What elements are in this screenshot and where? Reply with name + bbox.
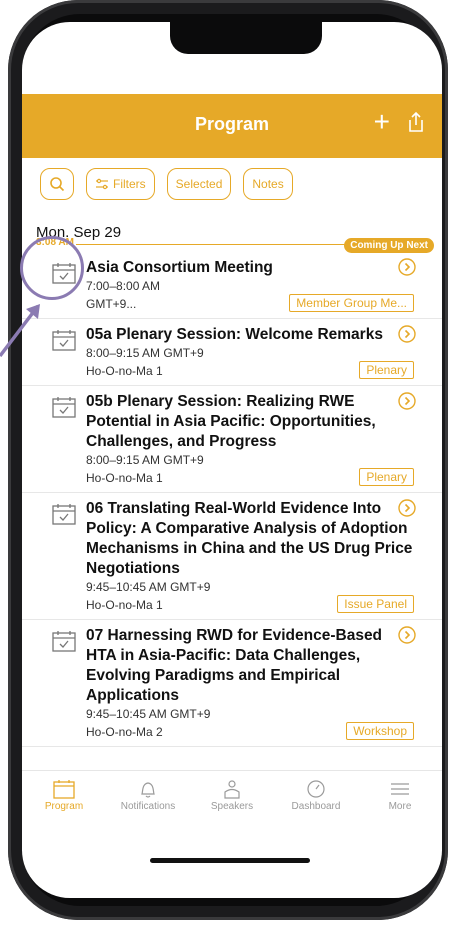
session-title: Asia Consortium Meeting xyxy=(86,259,273,276)
notes-button[interactable]: Notes xyxy=(243,168,293,200)
tab-label: Notifications xyxy=(120,801,176,812)
coming-up-next-badge: Coming Up Next xyxy=(344,238,434,253)
app-screen: Program + Filters Selected Notes Mon, Se… xyxy=(22,22,442,898)
chevron-right-circle-icon[interactable] xyxy=(398,392,416,410)
session-row[interactable]: 07 Harnessing RWD for Evidence-Based HTA… xyxy=(22,620,442,747)
session-time: 9:45–10:45 AM GMT+9 xyxy=(86,707,211,721)
session-tag: Member Group Me... xyxy=(289,294,414,312)
calendar-check-icon[interactable] xyxy=(52,396,76,418)
share-icon[interactable] xyxy=(404,110,428,134)
session-row[interactable]: 05a Plenary Session: Welcome Remarks 8:0… xyxy=(22,319,442,386)
session-title: 05a Plenary Session: Welcome Remarks xyxy=(86,326,383,343)
search-button[interactable] xyxy=(40,168,74,200)
session-row[interactable]: Asia Consortium Meeting 7:00–8:00 AM GMT… xyxy=(22,252,442,319)
session-timezone: GMT+9... xyxy=(86,297,137,311)
tab-notifications[interactable]: Notifications xyxy=(106,779,190,812)
tab-dashboard[interactable]: Dashboard xyxy=(274,779,358,812)
selected-label: Selected xyxy=(175,177,223,191)
filter-toolbar: Filters Selected Notes xyxy=(40,164,293,204)
filters-button[interactable]: Filters xyxy=(86,168,155,200)
phone-notch xyxy=(170,22,322,54)
session-time: 8:00–9:15 AM GMT+9 xyxy=(86,453,204,467)
session-row[interactable]: 06 Translating Real-World Evidence Into … xyxy=(22,493,442,620)
bell-icon xyxy=(141,782,155,798)
session-tag: Workshop xyxy=(346,722,414,740)
session-time: 7:00–8:00 AM xyxy=(86,279,161,293)
app-header: Program + xyxy=(22,94,442,158)
calendar-check-icon[interactable] xyxy=(52,503,76,525)
sliders-icon xyxy=(96,178,108,190)
session-location: Ho-O-no-Ma 1 xyxy=(86,471,163,485)
session-time: 9:45–10:45 AM GMT+9 xyxy=(86,580,211,594)
chevron-right-circle-icon[interactable] xyxy=(398,499,416,517)
pointer-arrow-icon xyxy=(0,304,40,358)
chevron-right-circle-icon[interactable] xyxy=(398,258,416,276)
add-icon[interactable]: + xyxy=(374,108,390,136)
tab-program[interactable]: Program xyxy=(22,779,106,812)
session-location: Ho-O-no-Ma 2 xyxy=(86,725,163,739)
chevron-right-circle-icon[interactable] xyxy=(398,325,416,343)
tab-label: Dashboard xyxy=(291,801,341,812)
session-row[interactable]: 05b Plenary Session: Realizing RWE Poten… xyxy=(22,386,442,493)
session-title: 07 Harnessing RWD for Evidence-Based HTA… xyxy=(86,627,383,704)
session-location: Ho-O-no-Ma 1 xyxy=(86,598,163,612)
session-time: 8:00–9:15 AM GMT+9 xyxy=(86,346,204,360)
chevron-right-circle-icon[interactable] xyxy=(398,626,416,644)
calendar-check-icon[interactable] xyxy=(52,630,76,652)
calendar-icon xyxy=(53,780,75,799)
selected-button[interactable]: Selected xyxy=(166,168,232,200)
session-location: Ho-O-no-Ma 1 xyxy=(86,364,163,378)
person-icon xyxy=(224,780,240,799)
home-indicator[interactable] xyxy=(150,858,310,863)
tab-label: Speakers xyxy=(210,801,254,812)
session-title: 05b Plenary Session: Realizing RWE Poten… xyxy=(86,393,376,450)
search-icon xyxy=(50,177,65,192)
gauge-icon xyxy=(307,780,325,798)
tab-label: Program xyxy=(44,801,84,812)
session-tag: Plenary xyxy=(359,468,414,486)
highlight-circle xyxy=(20,236,84,300)
session-list: Asia Consortium Meeting 7:00–8:00 AM GMT… xyxy=(22,252,442,772)
filters-label: Filters xyxy=(113,177,146,191)
session-tag: Issue Panel xyxy=(337,595,414,613)
session-title: 06 Translating Real-World Evidence Into … xyxy=(86,500,413,577)
session-tag: Plenary xyxy=(359,361,414,379)
tab-more[interactable]: More xyxy=(358,779,442,812)
tab-speakers[interactable]: Speakers xyxy=(190,779,274,812)
notes-label: Notes xyxy=(252,177,284,191)
menu-icon xyxy=(391,783,409,795)
bottom-tab-bar: Program Notifications Speakers Dashboard xyxy=(22,770,442,851)
tab-label: More xyxy=(388,801,412,812)
